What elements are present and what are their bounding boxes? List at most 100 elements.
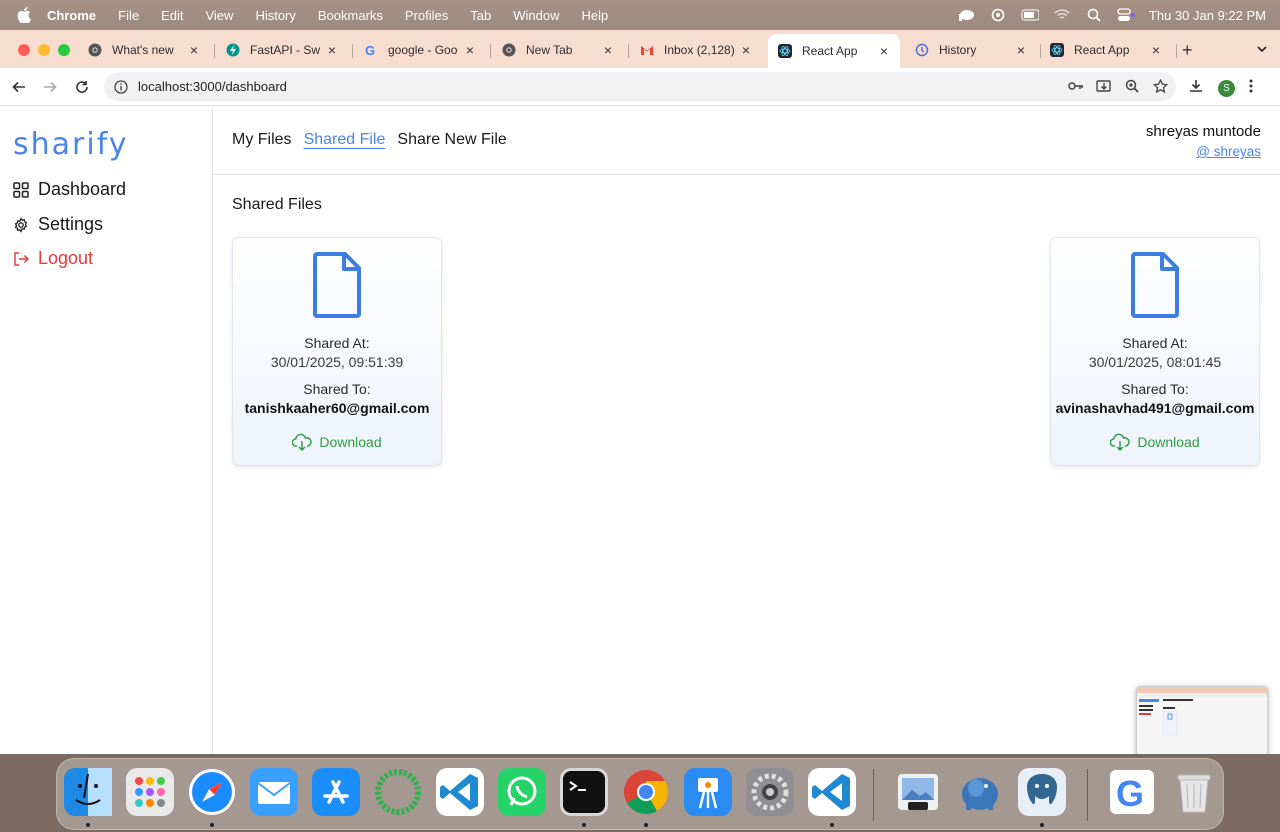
browser-tab-active[interactable]: React App × xyxy=(768,34,900,68)
bookmark-star-icon[interactable] xyxy=(1152,78,1168,94)
browser-tab[interactable]: G google - Googl × xyxy=(354,36,486,64)
spotlight-search-icon[interactable] xyxy=(1085,8,1103,22)
password-key-icon[interactable] xyxy=(1068,78,1084,94)
browser-tab[interactable]: FastAPI - Swag × xyxy=(216,36,348,64)
profile-avatar[interactable]: S xyxy=(1218,80,1235,97)
tab-strip: What's new × FastAPI - Swag × G google -… xyxy=(0,30,1280,68)
close-tab-icon[interactable]: × xyxy=(1015,42,1027,58)
mail-icon[interactable] xyxy=(249,767,299,817)
elephant-status-icon[interactable] xyxy=(957,8,975,22)
tab-title: Inbox (2,128) - xyxy=(664,43,734,57)
shared-to-label: Shared To: xyxy=(303,381,371,397)
shared-at-label: Shared At: xyxy=(1122,335,1188,351)
brand-logo[interactable]: sharify xyxy=(13,127,128,162)
dashboard-grid-icon xyxy=(13,181,29,198)
back-arrow-icon[interactable] xyxy=(11,79,27,95)
finder-icon[interactable] xyxy=(63,767,113,817)
tab-title: FastAPI - Swag xyxy=(250,43,320,57)
apple-icon[interactable] xyxy=(17,7,33,23)
shared-to-label: Shared To: xyxy=(1121,381,1189,397)
close-window-button[interactable] xyxy=(18,44,30,56)
site-info-icon[interactable] xyxy=(114,79,128,94)
user-handle-link[interactable]: @ shreyas xyxy=(1196,144,1261,159)
pgadmin-icon[interactable] xyxy=(1017,767,1067,817)
chrome-icon[interactable] xyxy=(621,767,671,817)
system-settings-icon[interactable] xyxy=(745,767,795,817)
menu-edit[interactable]: Edit xyxy=(161,8,183,23)
downloads-icon[interactable] xyxy=(1188,78,1204,99)
minimize-window-button[interactable] xyxy=(38,44,50,56)
close-tab-icon[interactable]: × xyxy=(1150,42,1162,58)
vscode-insiders-icon[interactable] xyxy=(807,767,857,817)
zoom-icon[interactable] xyxy=(1124,78,1140,94)
chrome-icon xyxy=(502,43,516,57)
menu-bookmarks[interactable]: Bookmarks xyxy=(318,8,383,23)
menu-tab[interactable]: Tab xyxy=(470,8,491,23)
tab-title: google - Googl xyxy=(388,43,458,57)
tab-search-chevron-icon[interactable] xyxy=(1256,42,1268,60)
address-bar[interactable]: localhost:3000/dashboard xyxy=(104,72,1176,101)
forward-arrow-icon[interactable] xyxy=(42,79,58,95)
shared-to-email: tanishkaaher60@gmail.com xyxy=(244,400,430,416)
download-label: Download xyxy=(1137,434,1200,450)
sidebar-item-settings[interactable]: Settings xyxy=(13,214,103,235)
terminal-icon[interactable] xyxy=(559,767,609,817)
install-app-icon[interactable] xyxy=(1096,78,1112,94)
safari-icon[interactable] xyxy=(187,767,237,817)
control-center-icon[interactable] xyxy=(1117,8,1135,22)
url-text[interactable]: localhost:3000/dashboard xyxy=(138,79,287,94)
shared-at-value: 30/01/2025, 08:01:45 xyxy=(1088,354,1222,370)
postgres-elephant-icon[interactable] xyxy=(955,767,1005,817)
screenshot-thumbnail[interactable] xyxy=(1136,686,1268,754)
battery-icon[interactable] xyxy=(1021,8,1039,22)
menu-app-name[interactable]: Chrome xyxy=(47,8,96,23)
close-tab-icon[interactable]: × xyxy=(326,42,338,58)
tab-title: React App xyxy=(1074,43,1130,57)
tab-my-files[interactable]: My Files xyxy=(232,131,292,149)
whatsapp-icon[interactable] xyxy=(497,767,547,817)
cloud-download-icon xyxy=(292,432,313,452)
launchpad-icon[interactable] xyxy=(125,767,175,817)
menu-help[interactable]: Help xyxy=(582,8,609,23)
menu-file[interactable]: File xyxy=(118,8,139,23)
browser-tab[interactable]: Inbox (2,128) - × xyxy=(630,36,762,64)
keynote-icon[interactable] xyxy=(683,767,733,817)
close-tab-icon[interactable]: × xyxy=(602,42,614,58)
close-tab-icon[interactable]: × xyxy=(464,42,476,58)
activity-icon[interactable] xyxy=(373,767,423,817)
close-tab-icon[interactable]: × xyxy=(878,43,890,59)
tab-share-new-file[interactable]: Share New File xyxy=(397,131,506,149)
menu-window[interactable]: Window xyxy=(513,8,559,23)
close-tab-icon[interactable]: × xyxy=(740,42,752,58)
menu-profiles[interactable]: Profiles xyxy=(405,8,448,23)
browser-tab[interactable]: React App × xyxy=(1040,36,1172,64)
menubar-clock[interactable]: Thu 30 Jan 9:22 PM xyxy=(1149,8,1266,23)
preview-icon[interactable] xyxy=(893,767,943,817)
download-button[interactable]: Download xyxy=(233,432,441,452)
wifi-icon[interactable] xyxy=(1053,8,1071,22)
sidebar-item-dashboard[interactable]: Dashboard xyxy=(13,179,126,200)
tab-shared-file[interactable]: Shared File xyxy=(304,131,386,149)
react-icon xyxy=(778,44,792,58)
shared-to-email: avinashavhad491@gmail.com xyxy=(1055,400,1255,416)
new-tab-button[interactable]: + xyxy=(1182,40,1193,61)
app-store-icon[interactable] xyxy=(311,767,361,817)
trash-icon[interactable] xyxy=(1169,767,1219,817)
top-navigation: My Files Shared File Share New File shre… xyxy=(213,107,1280,175)
zoom-window-button[interactable] xyxy=(58,44,70,56)
file-document-icon xyxy=(1131,252,1179,318)
sidebar-item-logout[interactable]: Logout xyxy=(13,248,93,269)
download-button[interactable]: Download xyxy=(1051,432,1259,452)
browser-tab[interactable]: New Tab × xyxy=(492,36,624,64)
close-tab-icon[interactable]: × xyxy=(188,42,200,58)
browser-tab[interactable]: What's new × xyxy=(78,36,210,64)
kebab-menu-icon[interactable] xyxy=(1249,79,1253,98)
openai-status-icon[interactable] xyxy=(989,8,1007,22)
menu-history[interactable]: History xyxy=(255,8,295,23)
vscode-icon[interactable] xyxy=(435,767,485,817)
browser-tab[interactable]: History × xyxy=(905,36,1037,64)
reload-icon[interactable] xyxy=(74,79,90,95)
google-icon[interactable]: G xyxy=(1107,767,1157,817)
menu-view[interactable]: View xyxy=(205,8,233,23)
gmail-icon xyxy=(640,43,654,57)
